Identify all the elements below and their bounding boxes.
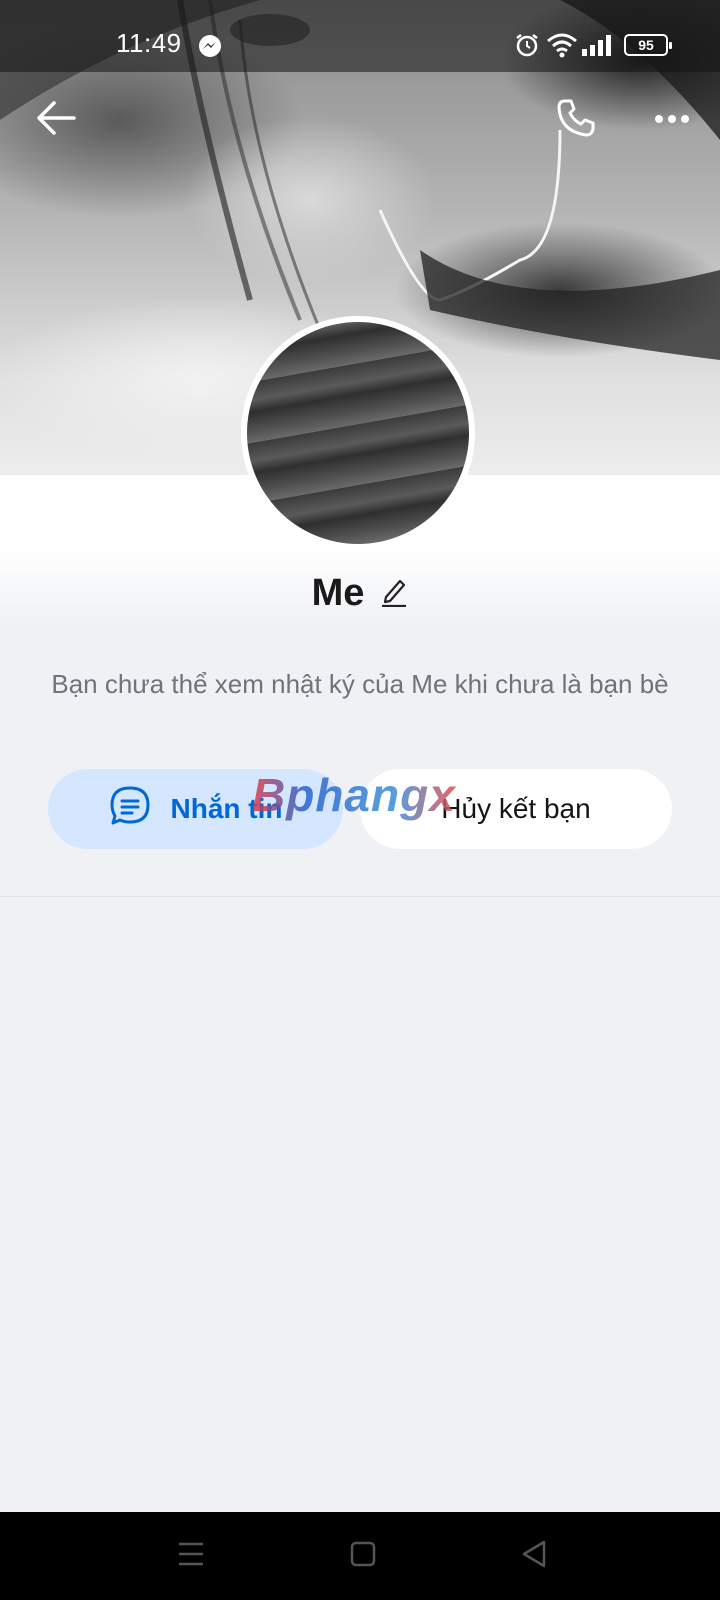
home-button[interactable] bbox=[343, 1536, 383, 1576]
profile-screen: 11:49 95 Me Bạn chưa thể xem nhật ký của… bbox=[0, 0, 720, 1600]
divider bbox=[0, 896, 720, 897]
profile-name: Me bbox=[311, 571, 365, 614]
back-arrow-icon bbox=[36, 100, 76, 140]
more-button[interactable] bbox=[644, 92, 700, 148]
status-bar: 11:49 95 bbox=[0, 0, 720, 72]
menu-icon bbox=[177, 1541, 205, 1572]
alarm-icon bbox=[514, 32, 540, 63]
avatar[interactable] bbox=[241, 316, 475, 550]
system-navigation-bar bbox=[0, 1512, 720, 1600]
name-row: Me bbox=[0, 568, 720, 618]
more-icon bbox=[654, 111, 690, 129]
chat-bubble-icon bbox=[109, 785, 151, 834]
call-button[interactable] bbox=[548, 92, 604, 148]
unfriend-button-label: Hủy kết bạn bbox=[441, 793, 591, 824]
watermark-logo: Bphangx bbox=[252, 769, 456, 821]
system-back-button[interactable] bbox=[514, 1536, 554, 1576]
messenger-icon bbox=[198, 34, 222, 63]
edit-name-button[interactable] bbox=[380, 575, 408, 612]
phone-icon bbox=[556, 98, 596, 143]
pencil-icon bbox=[380, 579, 408, 611]
avatar-image bbox=[247, 322, 469, 544]
diary-restriction-notice: Bạn chưa thể xem nhật ký của Me khi chưa… bbox=[51, 669, 669, 699]
home-icon bbox=[350, 1541, 376, 1572]
back-icon bbox=[521, 1540, 547, 1573]
back-button[interactable] bbox=[28, 92, 84, 148]
battery-icon: 95 bbox=[624, 34, 672, 56]
wifi-icon bbox=[546, 32, 578, 63]
recent-apps-button[interactable] bbox=[171, 1536, 211, 1576]
signal-icon bbox=[582, 34, 614, 61]
status-time: 11:49 bbox=[116, 28, 182, 58]
